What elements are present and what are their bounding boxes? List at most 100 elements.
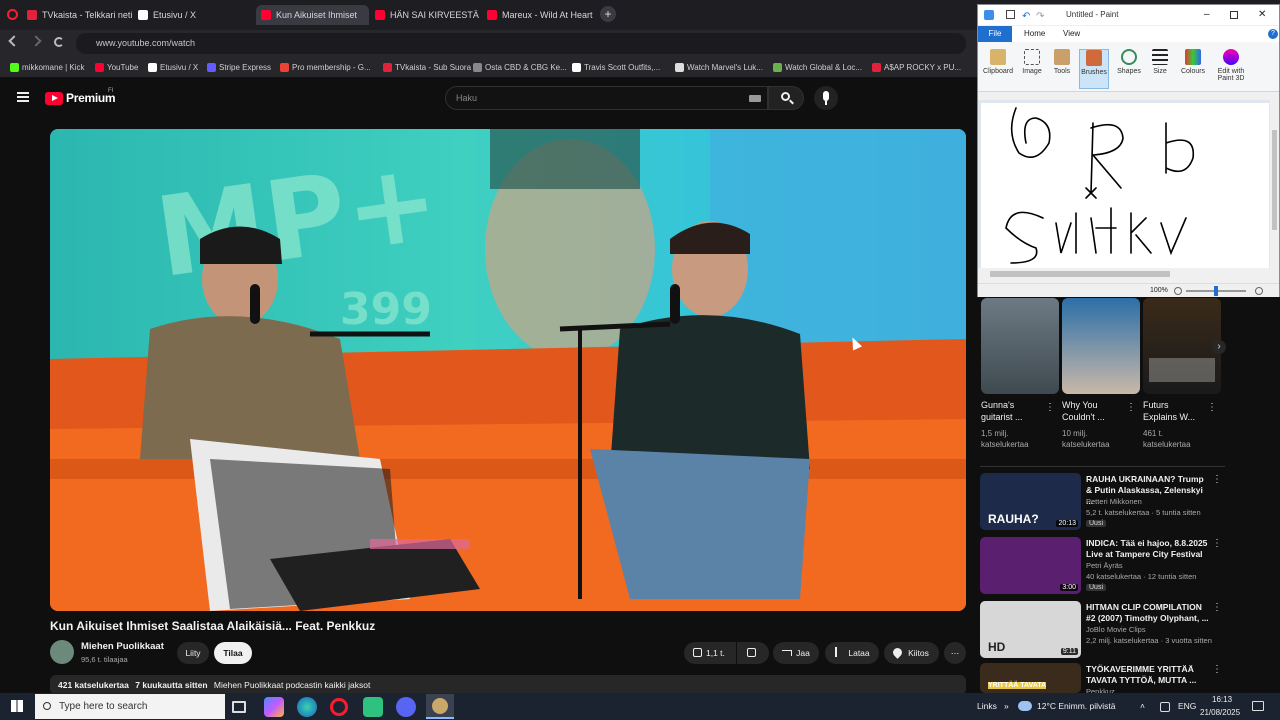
shorts-next-arrow-icon[interactable]: › bbox=[1212, 340, 1226, 354]
new-tab-button[interactable]: + bbox=[600, 6, 616, 22]
recommendation-thumbnail[interactable]: HD 9:11 bbox=[980, 601, 1081, 658]
paint3d-tool[interactable]: Edit with Paint 3D bbox=[1214, 49, 1248, 82]
recommendation-title[interactable]: INDICA: Tää ei hajoo, 8.8.2025 Live at T… bbox=[1086, 538, 1211, 560]
short-thumbnail[interactable] bbox=[1062, 298, 1140, 394]
short-title[interactable]: Gunna's guitarist ... bbox=[981, 399, 1043, 423]
weather-icon[interactable] bbox=[1018, 701, 1032, 711]
more-vertical-icon[interactable]: ⋮ bbox=[1207, 402, 1217, 413]
task-view-icon[interactable] bbox=[232, 701, 246, 713]
download-button[interactable]: Lataa bbox=[825, 642, 879, 664]
help-icon[interactable]: ? bbox=[1268, 29, 1278, 39]
size-tool[interactable]: Size bbox=[1145, 49, 1175, 75]
hamburger-menu-icon[interactable] bbox=[17, 92, 29, 102]
recommendation-thumbnail[interactable]: RAUHA? 20:13 bbox=[980, 473, 1081, 530]
bookmark-item[interactable]: Travis Scott Outfits,... bbox=[572, 60, 660, 75]
tab-home[interactable]: Home bbox=[1024, 26, 1045, 42]
opera-browser-icon[interactable] bbox=[330, 698, 348, 716]
language-indicator[interactable]: ENG bbox=[1178, 693, 1196, 720]
more-vertical-icon[interactable]: ⋮ bbox=[1126, 402, 1136, 413]
bookmark-item[interactable]: YouTube bbox=[95, 60, 138, 75]
save-icon[interactable] bbox=[1006, 10, 1015, 19]
more-vertical-icon[interactable]: ⋮ bbox=[1212, 538, 1222, 549]
drawing-canvas[interactable] bbox=[981, 103, 1269, 268]
keyboard-icon[interactable] bbox=[749, 95, 761, 102]
clipboard-tool[interactable]: Clipboard bbox=[983, 49, 1013, 75]
short-title[interactable]: Why You Couldn't ... bbox=[1062, 399, 1124, 423]
tab-view[interactable]: View bbox=[1063, 26, 1080, 42]
tray-chevron-icon[interactable]: ˄ bbox=[1140, 693, 1145, 720]
discord-icon[interactable] bbox=[396, 697, 416, 717]
search-input[interactable]: Haku bbox=[445, 86, 768, 110]
description-box[interactable]: 421 katselukertaa 7 kuukautta sitten Mie… bbox=[50, 675, 966, 695]
channel-avatar[interactable] bbox=[50, 640, 74, 664]
short-thumbnail[interactable] bbox=[1143, 298, 1221, 394]
video-player[interactable]: MP+ 399 bbox=[50, 129, 966, 611]
short-thumbnail[interactable] bbox=[981, 298, 1059, 394]
zoom-out-icon[interactable] bbox=[1174, 287, 1182, 295]
recommendation-title[interactable]: TYÖKAVERIMME YRITTÄÄ TAVATA TYTTÖÄ, MUTT… bbox=[1086, 664, 1211, 686]
image-tool[interactable]: Image bbox=[1017, 49, 1047, 75]
browser-tab[interactable]: TVkaista - Telkkari netissä bbox=[22, 5, 132, 25]
browser-tab[interactable]: Etusivu / X bbox=[133, 5, 248, 25]
windows-start-icon[interactable] bbox=[11, 700, 23, 712]
join-button[interactable]: Liity bbox=[177, 642, 209, 664]
more-vertical-icon[interactable]: ⋮ bbox=[1212, 664, 1222, 675]
more-vertical-icon[interactable]: ⋮ bbox=[1212, 602, 1222, 613]
clock-time[interactable]: 16:13 bbox=[1212, 693, 1232, 707]
colours-tool[interactable]: Colours bbox=[1178, 49, 1208, 75]
tools-tool[interactable]: Tools bbox=[1047, 49, 1077, 75]
forward-icon[interactable] bbox=[30, 35, 42, 47]
redo-icon[interactable]: ↷ bbox=[1036, 7, 1044, 27]
opera-logo-icon[interactable] bbox=[7, 9, 18, 20]
links-toolbar[interactable]: Links bbox=[977, 693, 997, 720]
back-icon[interactable] bbox=[8, 35, 20, 47]
reload-icon[interactable] bbox=[54, 37, 64, 47]
paint-taskbar-icon[interactable] bbox=[426, 694, 454, 719]
maximize-icon[interactable] bbox=[1230, 11, 1238, 19]
browser-tab[interactable]: Mareux - Wild At Heart (O bbox=[482, 5, 594, 25]
horizontal-scrollbar[interactable] bbox=[978, 268, 1270, 280]
clock-date[interactable]: 21/08/2025 bbox=[1200, 706, 1240, 720]
short-title[interactable]: Futurs Explains W... bbox=[1143, 399, 1205, 423]
bookmark-item[interactable]: Etusivu / X bbox=[148, 60, 198, 75]
browser-tab-active[interactable]: Kun Aikuiset Ihmiset bbox=[256, 5, 369, 25]
bookmark-item[interactable]: Stripe Express bbox=[207, 60, 271, 75]
bookmark-item[interactable]: Watch Marvel's Luk... bbox=[675, 60, 763, 75]
bookmark-item[interactable]: Osta CBD & CBG Ke... bbox=[473, 60, 567, 75]
tab-file[interactable]: File bbox=[978, 26, 1012, 42]
more-actions-button[interactable]: ⋯ bbox=[944, 642, 966, 664]
vertical-scrollbar[interactable] bbox=[1270, 100, 1279, 268]
links-arrow-icon[interactable]: » bbox=[1004, 693, 1009, 720]
network-icon[interactable] bbox=[1160, 702, 1170, 712]
recommendation-thumbnail[interactable]: YRITTÄÄ TAVATA bbox=[980, 663, 1081, 693]
browser-tab[interactable]: HÄN SAI KIRVEESTÄ 18 KE bbox=[370, 5, 480, 25]
bookmark-item[interactable]: mikkomane | Kick bbox=[10, 60, 85, 75]
shapes-tool[interactable]: Shapes bbox=[1114, 49, 1144, 75]
recommendation-title[interactable]: HITMAN CLIP COMPILATION #2 (2007) Timoth… bbox=[1086, 602, 1211, 624]
voice-search-button[interactable] bbox=[814, 86, 838, 110]
bookmark-item[interactable]: Watch Global & Loc... bbox=[773, 60, 862, 75]
more-vertical-icon[interactable]: ⋮ bbox=[1212, 474, 1222, 485]
recommendation-thumbnail[interactable]: 3:00 bbox=[980, 537, 1081, 594]
subscribe-button[interactable]: Tilaa bbox=[214, 642, 252, 664]
app-colorful-icon[interactable] bbox=[264, 697, 284, 717]
recommendation-channel[interactable]: JoBlo Movie Clips bbox=[1086, 625, 1146, 634]
dislike-button[interactable] bbox=[737, 642, 769, 664]
zoom-in-icon[interactable] bbox=[1255, 287, 1263, 295]
close-icon[interactable]: ✕ bbox=[1258, 5, 1266, 25]
recommendation-channel[interactable]: Petri Äyräs bbox=[1086, 561, 1123, 570]
edge-browser-icon[interactable] bbox=[297, 697, 317, 717]
bookmark-item[interactable]: TVkaista - Sub Suora bbox=[383, 60, 471, 75]
recommendation-channel[interactable]: Petteri Mikkonen bbox=[1086, 497, 1142, 506]
zoom-slider-thumb[interactable] bbox=[1214, 286, 1218, 296]
taskbar-search-input[interactable]: Type here to search bbox=[35, 694, 225, 719]
search-button[interactable] bbox=[768, 86, 804, 110]
paint-window[interactable]: ↶ ↷ Untitled - Paint – ✕ File Home View … bbox=[977, 4, 1280, 297]
like-button[interactable]: 1,1 t. bbox=[684, 642, 736, 664]
spotify-like-icon[interactable] bbox=[363, 697, 383, 717]
undo-icon[interactable]: ↶ bbox=[1022, 7, 1030, 27]
thanks-button[interactable]: Kiitos bbox=[884, 642, 939, 664]
share-button[interactable]: Jaa bbox=[773, 642, 819, 664]
url-field[interactable]: www.youtube.com/watch bbox=[76, 33, 966, 54]
notification-icon[interactable] bbox=[1252, 701, 1264, 711]
